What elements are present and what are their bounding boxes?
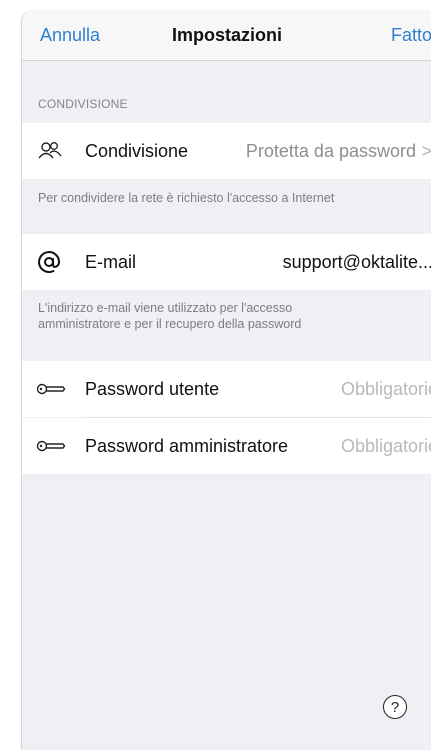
key-icon — [36, 361, 66, 417]
email-footer-line-1: L'indirizzo e-mail viene utilizzato per … — [38, 301, 293, 315]
email-row[interactable]: E-mail support@oktalite.... — [22, 234, 431, 290]
done-button[interactable]: Fatto — [391, 25, 431, 46]
settings-sheet: Annulla Impostazioni Fatto CONDIVISIONE … — [21, 10, 431, 750]
user-password-row[interactable]: Password utente Obbligatorio — [22, 361, 431, 417]
user-password-label: Password utente — [85, 378, 220, 399]
chevron-right-icon: > — [421, 140, 431, 161]
sharing-row[interactable]: Condivisione Protetta da password > — [22, 123, 431, 179]
sharing-footer-note: Per condividere la rete è richiesto l'ac… — [38, 191, 335, 205]
email-footer-line-2: amministratore e per il recupero della p… — [38, 317, 302, 331]
help-icon[interactable]: ? — [383, 695, 407, 719]
page-title: Impostazioni — [171, 25, 282, 45]
sharing-value: Protetta da password — [245, 140, 416, 161]
admin-password-label: Password amministratore — [85, 435, 289, 456]
email-label: E-mail — [85, 251, 137, 272]
navigation-bar: Annulla Impostazioni Fatto — [22, 10, 431, 61]
at-sign-icon — [36, 234, 62, 290]
email-footer-note: L'indirizzo e-mail viene utilizzato per … — [38, 300, 431, 332]
admin-password-input[interactable]: Obbligatorio — [341, 418, 431, 474]
sharing-label: Condivisione — [85, 140, 189, 161]
people-icon — [36, 123, 64, 179]
key-icon — [36, 418, 66, 474]
user-password-input[interactable]: Obbligatorio — [341, 361, 431, 417]
admin-password-row[interactable]: Password amministratore Obbligatorio — [22, 418, 431, 474]
email-field[interactable]: support@oktalite.... — [283, 234, 431, 290]
sharing-section-header: CONDIVISIONE — [38, 97, 128, 111]
